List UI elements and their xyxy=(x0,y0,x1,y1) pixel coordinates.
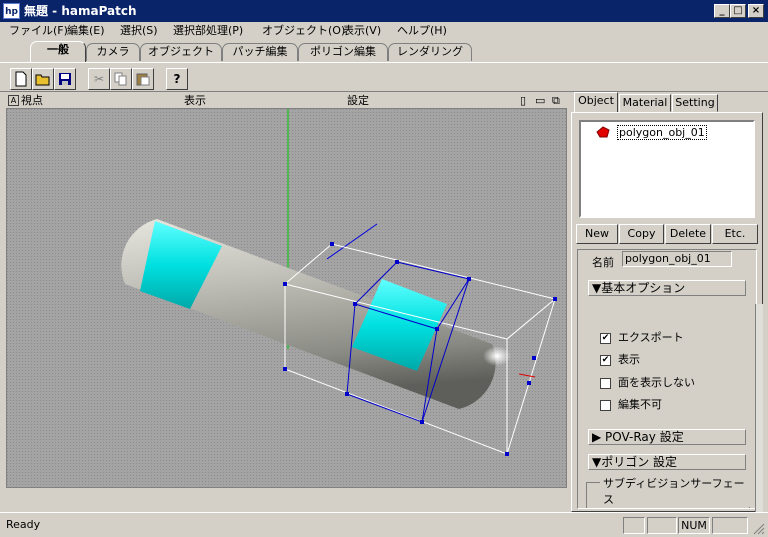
menu-view[interactable]: 表示(V) xyxy=(343,24,381,38)
close-button[interactable]: × xyxy=(748,4,764,18)
name-label: 名前 xyxy=(592,256,614,269)
lock-edit-checkbox[interactable] xyxy=(600,400,611,411)
menu-select[interactable]: 選択(S) xyxy=(120,24,158,38)
new-button[interactable]: New xyxy=(576,224,618,244)
viewport-header: A 視点 表示 設定 ▯ ▭ ⧉ xyxy=(6,94,569,108)
export-checkbox[interactable]: ✔ xyxy=(600,333,611,344)
tab-polygon-edit[interactable]: ポリゴン編集 xyxy=(298,43,388,61)
title-bar: hp 無題 - hamaPatch _ □ × xyxy=(0,0,768,22)
hide-faces-label: 面を表示しない xyxy=(618,376,695,389)
povray-settings-header[interactable]: ▶ POV-Ray 設定 xyxy=(588,429,746,445)
3d-viewport[interactable] xyxy=(6,108,567,488)
lock-edit-label: 編集不可 xyxy=(618,398,662,411)
copy-button[interactable]: Copy xyxy=(619,224,664,244)
viewport-mode-icon[interactable]: A xyxy=(8,95,19,106)
scene xyxy=(7,109,566,487)
delete-button[interactable]: Delete xyxy=(665,224,711,244)
app-icon: hp xyxy=(3,3,20,19)
toolbar: ✂ ? xyxy=(0,62,768,92)
status-text: Ready xyxy=(6,518,41,531)
status-panel-4 xyxy=(712,517,748,534)
name-field[interactable]: polygon_obj_01 xyxy=(622,251,732,267)
mode-tabs: 一般 カメラ オブジェクト パッチ編集 ポリゴン編集 レンダリング xyxy=(0,40,768,62)
tab-patch-edit[interactable]: パッチ編集 xyxy=(222,43,298,61)
polygon-settings-header[interactable]: ▼ポリゴン 設定 xyxy=(588,454,746,470)
minimize-button[interactable]: _ xyxy=(714,4,730,18)
viewport-quad-icon[interactable]: ⧉ xyxy=(552,94,560,108)
tab-material[interactable]: Material xyxy=(619,94,671,112)
status-panel-1 xyxy=(623,517,645,534)
resize-grip-icon[interactable] xyxy=(752,522,765,535)
export-label: エクスポート xyxy=(618,331,684,344)
display-menu[interactable]: 表示 xyxy=(184,94,206,108)
object-panel: Object Material Setting polygon_obj_01 N… xyxy=(571,92,768,512)
viewport-single-icon[interactable]: ▯ xyxy=(520,94,526,108)
status-bar: Ready NUM xyxy=(0,512,768,537)
polygon-object-icon xyxy=(596,126,610,138)
properties-area: 名前 polygon_obj_01 ▼基本オプション ✔ エクスポート ✔ 表示… xyxy=(577,249,757,509)
tab-object[interactable]: オブジェクト xyxy=(140,43,222,61)
tree-item-polygon-obj[interactable]: polygon_obj_01 xyxy=(617,125,707,140)
paste-icon[interactable] xyxy=(132,68,154,90)
maximize-button[interactable]: □ xyxy=(730,4,746,18)
help-icon[interactable]: ? xyxy=(166,68,188,90)
tab-general[interactable]: 一般 xyxy=(30,41,86,62)
menu-bar: ファイル(F) 編集(E) 選択(S) 選択部処理(P) オブジェクト(O) 表… xyxy=(0,22,768,40)
menu-edit[interactable]: 編集(E) xyxy=(67,24,105,38)
tab-rendering[interactable]: レンダリング xyxy=(388,43,472,61)
menu-selection-process[interactable]: 選択部処理(P) xyxy=(173,24,243,38)
object-tree[interactable]: polygon_obj_01 xyxy=(579,120,755,218)
copy-icon[interactable] xyxy=(110,68,132,90)
subdivision-label: サブディビジョンサーフェース xyxy=(600,475,756,507)
display-checkbox[interactable]: ✔ xyxy=(600,355,611,366)
tab-setting[interactable]: Setting xyxy=(672,94,718,112)
open-folder-icon[interactable] xyxy=(32,68,54,90)
tab-camera[interactable]: カメラ xyxy=(86,43,140,61)
status-panel-2 xyxy=(647,517,677,534)
etc-button[interactable]: Etc. xyxy=(712,224,758,244)
window-title: 無題 - hamaPatch xyxy=(24,4,137,18)
menu-object[interactable]: オブジェクト(O) xyxy=(262,24,345,38)
properties-scrollbar[interactable] xyxy=(755,304,763,512)
basic-options-header[interactable]: ▼基本オプション xyxy=(588,280,746,296)
hide-faces-checkbox[interactable] xyxy=(600,378,611,389)
view-menu[interactable]: 視点 xyxy=(21,94,43,108)
num-lock-indicator: NUM xyxy=(678,517,710,534)
viewport-split-icon[interactable]: ▭ xyxy=(535,94,545,108)
menu-file[interactable]: ファイル(F) xyxy=(9,24,68,38)
new-file-icon[interactable] xyxy=(10,68,32,90)
display-label: 表示 xyxy=(618,353,640,366)
settings-menu[interactable]: 設定 xyxy=(347,94,369,108)
menu-help[interactable]: ヘルプ(H) xyxy=(397,24,447,38)
tab-object-panel[interactable]: Object xyxy=(574,92,618,113)
save-icon[interactable] xyxy=(54,68,76,90)
cut-icon[interactable]: ✂ xyxy=(88,68,110,90)
